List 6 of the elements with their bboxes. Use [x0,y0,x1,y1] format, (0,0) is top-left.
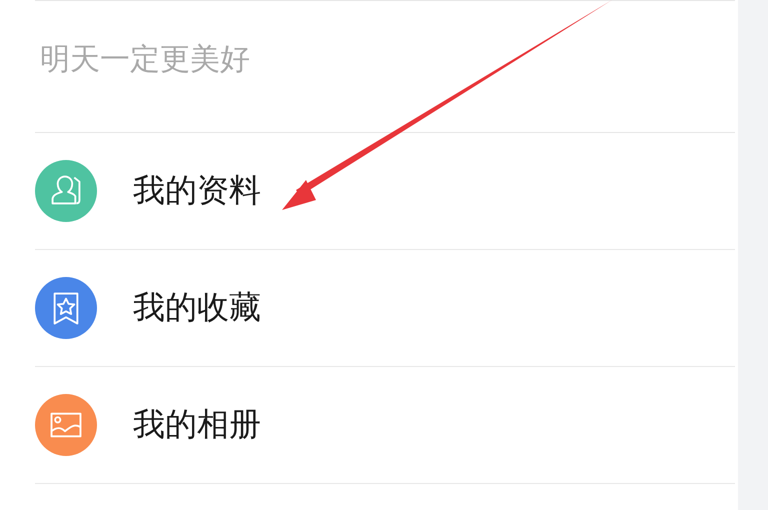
menu-item[interactable]: 我的收藏 [35,250,735,367]
menu-item[interactable]: 我的相册 [35,367,735,484]
menu-label: 我的相册 [133,404,261,445]
signature-text: 明天一定更美好 [40,41,250,79]
menu-label: 我的资料 [133,170,261,211]
menu-label: 我的收藏 [133,287,261,328]
